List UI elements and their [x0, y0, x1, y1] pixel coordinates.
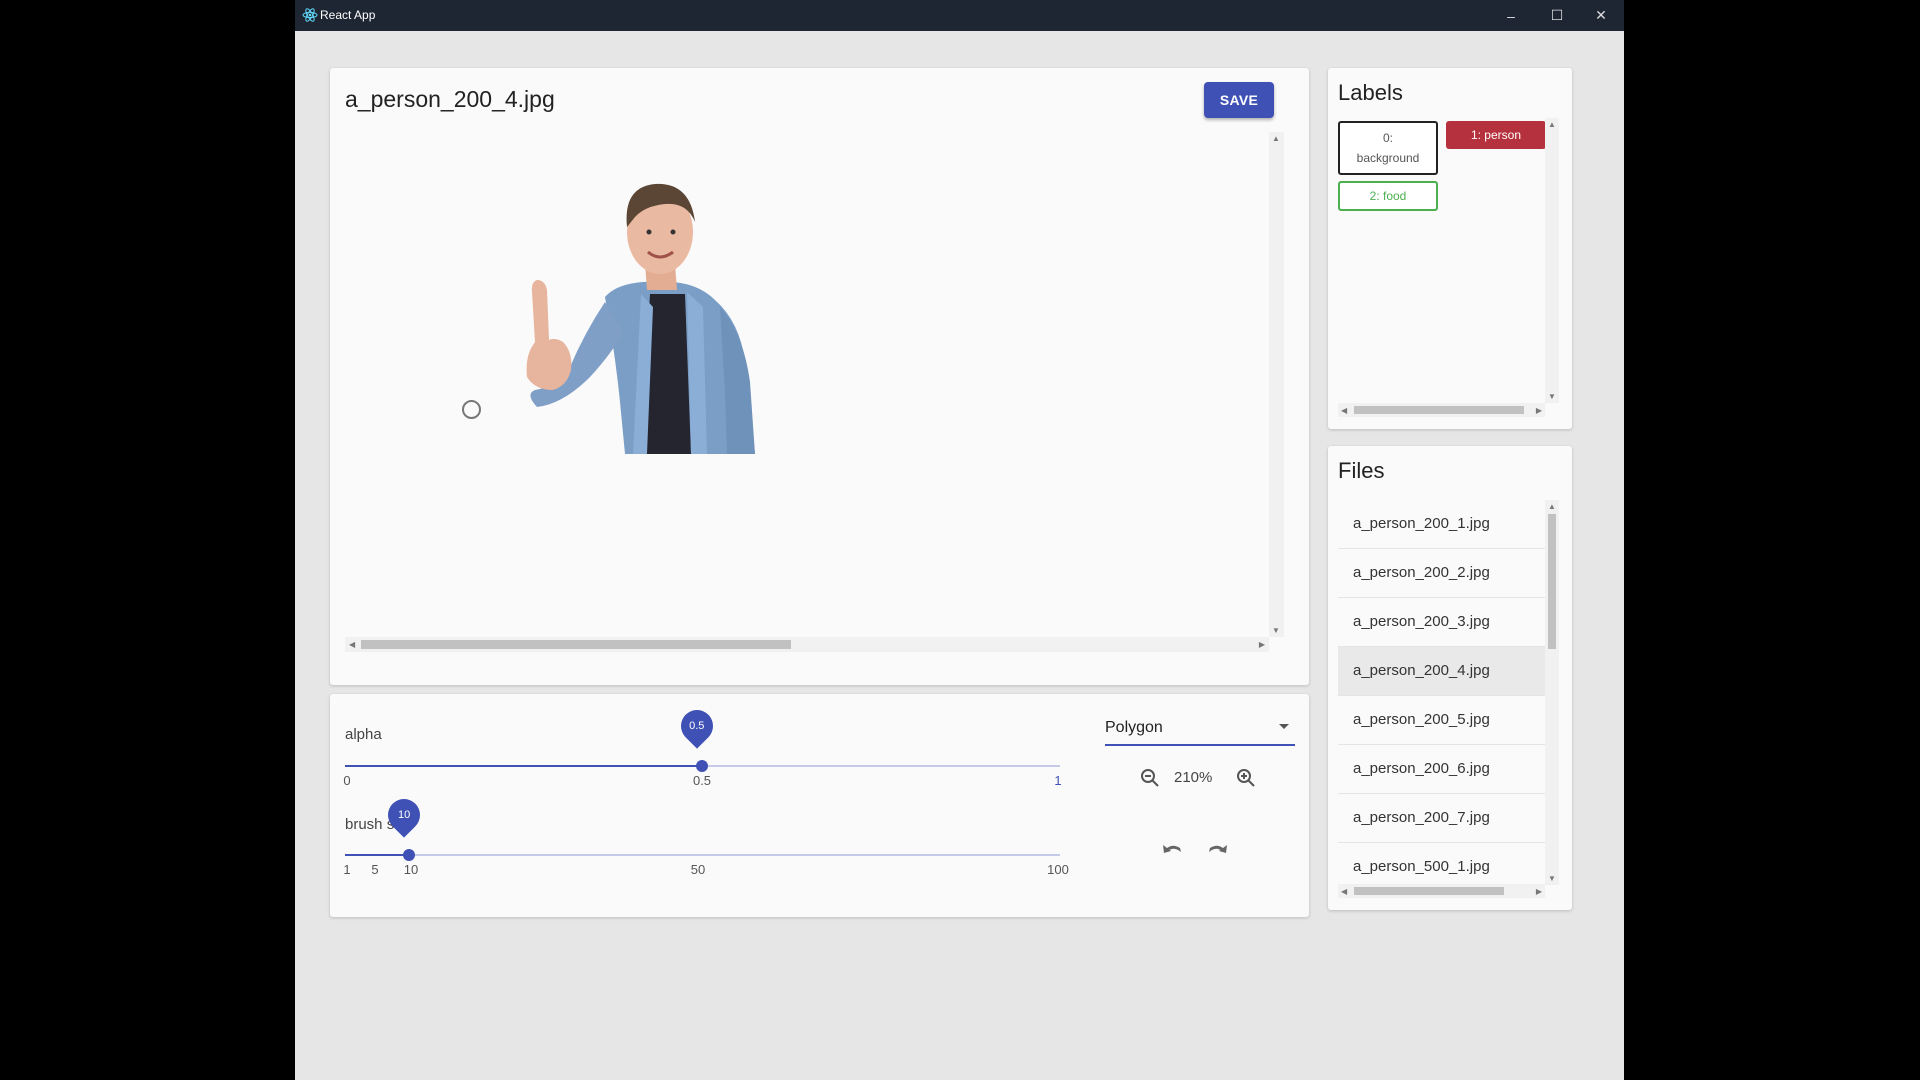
minimize-icon: – [1507, 7, 1515, 24]
window-title: React App [320, 8, 376, 22]
labels-horizontal-scroll-thumb[interactable] [1354, 406, 1524, 414]
scroll-up-arrow-icon[interactable]: ▲ [1548, 502, 1556, 511]
scroll-right-arrow-icon[interactable]: ▶ [1536, 406, 1542, 415]
alpha-value-bubble: 0.5 [674, 703, 720, 749]
person-image [526, 183, 755, 454]
file-list-item[interactable]: a_person_200_6.jpg [1338, 745, 1545, 794]
save-button[interactable]: SAVE [1204, 82, 1274, 118]
controls-panel: alpha 0.5 0 0.5 1 brush size 10 1 5 10 5… [330, 694, 1309, 917]
brush-mark-10: 10 [403, 862, 419, 877]
brush-mark-5: 5 [371, 862, 379, 877]
file-list-item-selected[interactable]: a_person_200_4.jpg [1338, 647, 1545, 696]
labels-panel: Labels 0: background 1: person 2: food ▲ … [1328, 68, 1572, 429]
minimize-button[interactable]: – [1489, 0, 1533, 31]
brush-mark-100: 100 [1047, 862, 1069, 877]
alpha-mark-max: 1 [1054, 773, 1062, 788]
scroll-left-arrow-icon[interactable]: ◀ [349, 640, 355, 649]
maximize-icon: ☐ [1550, 7, 1564, 23]
label-chip-food[interactable]: 2: food [1338, 181, 1438, 211]
scroll-right-arrow-icon[interactable]: ▶ [1259, 640, 1265, 649]
files-vertical-scrollbar[interactable]: ▲ ▼ [1545, 500, 1559, 885]
brush-mark-1: 1 [343, 862, 351, 877]
chevron-down-icon [1279, 724, 1289, 729]
labels-vertical-scrollbar[interactable]: ▲ ▼ [1545, 118, 1559, 403]
scroll-down-arrow-icon[interactable]: ▼ [1272, 626, 1280, 635]
zoom-in-icon[interactable] [1236, 768, 1256, 788]
scroll-down-arrow-icon[interactable]: ▼ [1548, 874, 1556, 883]
brush-mark-50: 50 [690, 862, 706, 877]
file-list-item[interactable]: a_person_200_7.jpg [1338, 794, 1545, 843]
files-horizontal-scrollbar[interactable]: ◀ ▶ [1338, 884, 1545, 898]
files-horizontal-scroll-thumb[interactable] [1354, 887, 1504, 895]
zoom-controls: 210% [1140, 766, 1270, 790]
current-file-title: a_person_200_4.jpg [345, 86, 555, 112]
file-list-item[interactable]: a_person_500_1.jpg [1338, 843, 1545, 885]
brush-cursor-icon [462, 400, 481, 419]
labels-heading: Labels [1338, 80, 1403, 105]
maximize-button[interactable]: ☐ [1535, 0, 1579, 31]
scroll-left-arrow-icon[interactable]: ◀ [1341, 406, 1347, 415]
app-window: React App – ☐ ✕ a_person_200_4.jpg SAVE [295, 0, 1624, 1080]
file-list-item[interactable]: a_person_200_2.jpg [1338, 549, 1545, 598]
canvas-horizontal-scrollbar[interactable]: ◀ ▶ [345, 637, 1269, 652]
scroll-up-arrow-icon[interactable]: ▲ [1272, 134, 1280, 143]
scroll-right-arrow-icon[interactable]: ▶ [1536, 887, 1542, 896]
brush-size-slider-knob[interactable] [403, 849, 415, 861]
scroll-left-arrow-icon[interactable]: ◀ [1341, 887, 1347, 896]
tool-select-value: Polygon [1105, 719, 1163, 736]
label-chip-background[interactable]: 0: background [1338, 121, 1438, 175]
alpha-label: alpha [345, 726, 382, 743]
label-chip-person[interactable]: 1: person [1446, 121, 1546, 149]
alpha-slider-knob[interactable] [696, 760, 708, 772]
file-list: a_person_200_1.jpg a_person_200_2.jpg a_… [1338, 500, 1545, 885]
zoom-out-icon[interactable] [1140, 768, 1160, 788]
horizontal-scroll-thumb[interactable] [361, 640, 791, 649]
files-panel: Files a_person_200_1.jpg a_person_200_2.… [1328, 446, 1572, 910]
file-list-item[interactable]: a_person_200_5.jpg [1338, 696, 1545, 745]
files-heading: Files [1338, 458, 1385, 483]
scroll-up-arrow-icon[interactable]: ▲ [1548, 120, 1556, 129]
files-vertical-scroll-thumb[interactable] [1548, 514, 1556, 649]
annotation-canvas[interactable]: ▲ ▼ ◀ ▶ [345, 132, 1284, 652]
redo-icon[interactable] [1206, 840, 1230, 860]
close-button[interactable]: ✕ [1579, 0, 1623, 31]
close-icon: ✕ [1595, 7, 1607, 23]
file-list-item[interactable]: a_person_200_3.jpg [1338, 598, 1545, 647]
canvas-vertical-scrollbar[interactable]: ▲ ▼ [1269, 132, 1284, 637]
labels-horizontal-scrollbar[interactable]: ◀ ▶ [1338, 403, 1545, 417]
alpha-mark-min: 0 [343, 773, 351, 788]
file-list-item[interactable]: a_person_200_1.jpg [1338, 500, 1545, 549]
undo-icon[interactable] [1160, 840, 1184, 860]
zoom-level: 210% [1174, 769, 1213, 786]
title-bar: React App – ☐ ✕ [295, 0, 1624, 31]
scroll-down-arrow-icon[interactable]: ▼ [1548, 392, 1556, 401]
editor-panel: a_person_200_4.jpg SAVE ▲ ▼ ◀ ▶ [330, 68, 1309, 685]
alpha-mark-mid: 0.5 [692, 773, 712, 788]
tool-select[interactable]: Polygon [1105, 714, 1295, 746]
react-logo-icon [302, 8, 318, 22]
